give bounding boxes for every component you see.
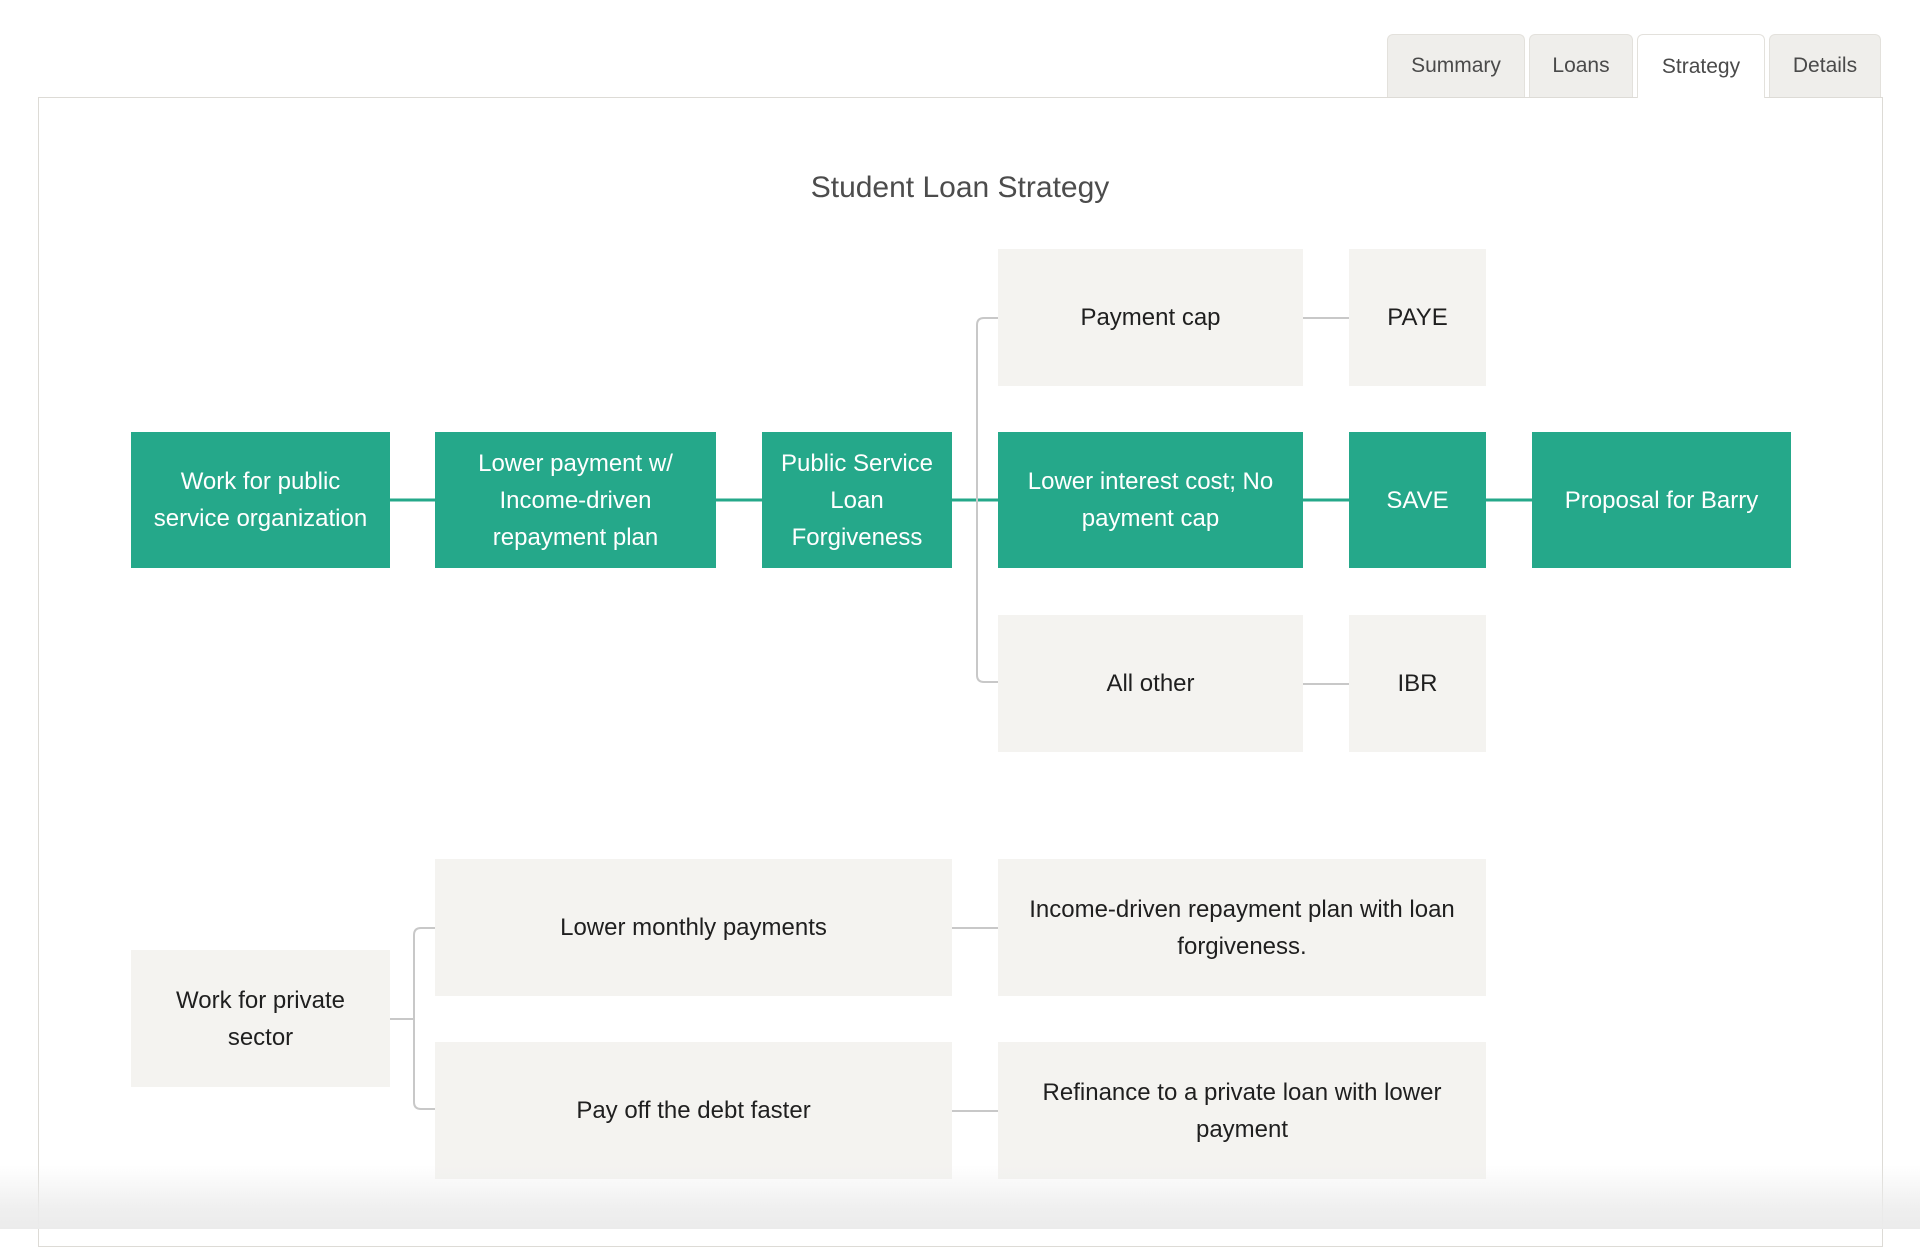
tab-details[interactable]: Details <box>1769 34 1881 97</box>
node-plan-paye[interactable]: PAYE <box>1349 249 1486 386</box>
node-plan-save[interactable]: SAVE <box>1349 432 1486 568</box>
node-work-public-service[interactable]: Work for public service organization <box>131 432 390 568</box>
node-lower-payment-idr[interactable]: Lower payment w/ Income-driven repayment… <box>435 432 716 568</box>
tab-summary[interactable]: Summary <box>1387 34 1525 97</box>
node-work-private-sector[interactable]: Work for private sector <box>131 950 390 1087</box>
node-all-other[interactable]: All other <box>998 615 1303 752</box>
tab-loans[interactable]: Loans <box>1529 34 1633 97</box>
node-proposal[interactable]: Proposal for Barry <box>1532 432 1791 568</box>
node-refinance-private[interactable]: Refinance to a private loan with lower p… <box>998 1042 1486 1179</box>
node-pay-off-faster[interactable]: Pay off the debt faster <box>435 1042 952 1179</box>
node-payment-cap[interactable]: Payment cap <box>998 249 1303 386</box>
tab-bar: Summary Loans Strategy Details <box>1387 34 1881 98</box>
node-plan-ibr[interactable]: IBR <box>1349 615 1486 752</box>
node-pslf[interactable]: Public Service Loan Forgiveness <box>762 432 952 568</box>
node-lower-monthly-payments[interactable]: Lower monthly payments <box>435 859 952 996</box>
node-lower-interest-cost[interactable]: Lower interest cost; No payment cap <box>998 432 1303 568</box>
branch-bracket <box>413 927 435 1110</box>
tab-strategy[interactable]: Strategy <box>1637 34 1765 98</box>
node-idr-with-forgiveness[interactable]: Income-driven repayment plan with loan f… <box>998 859 1486 996</box>
